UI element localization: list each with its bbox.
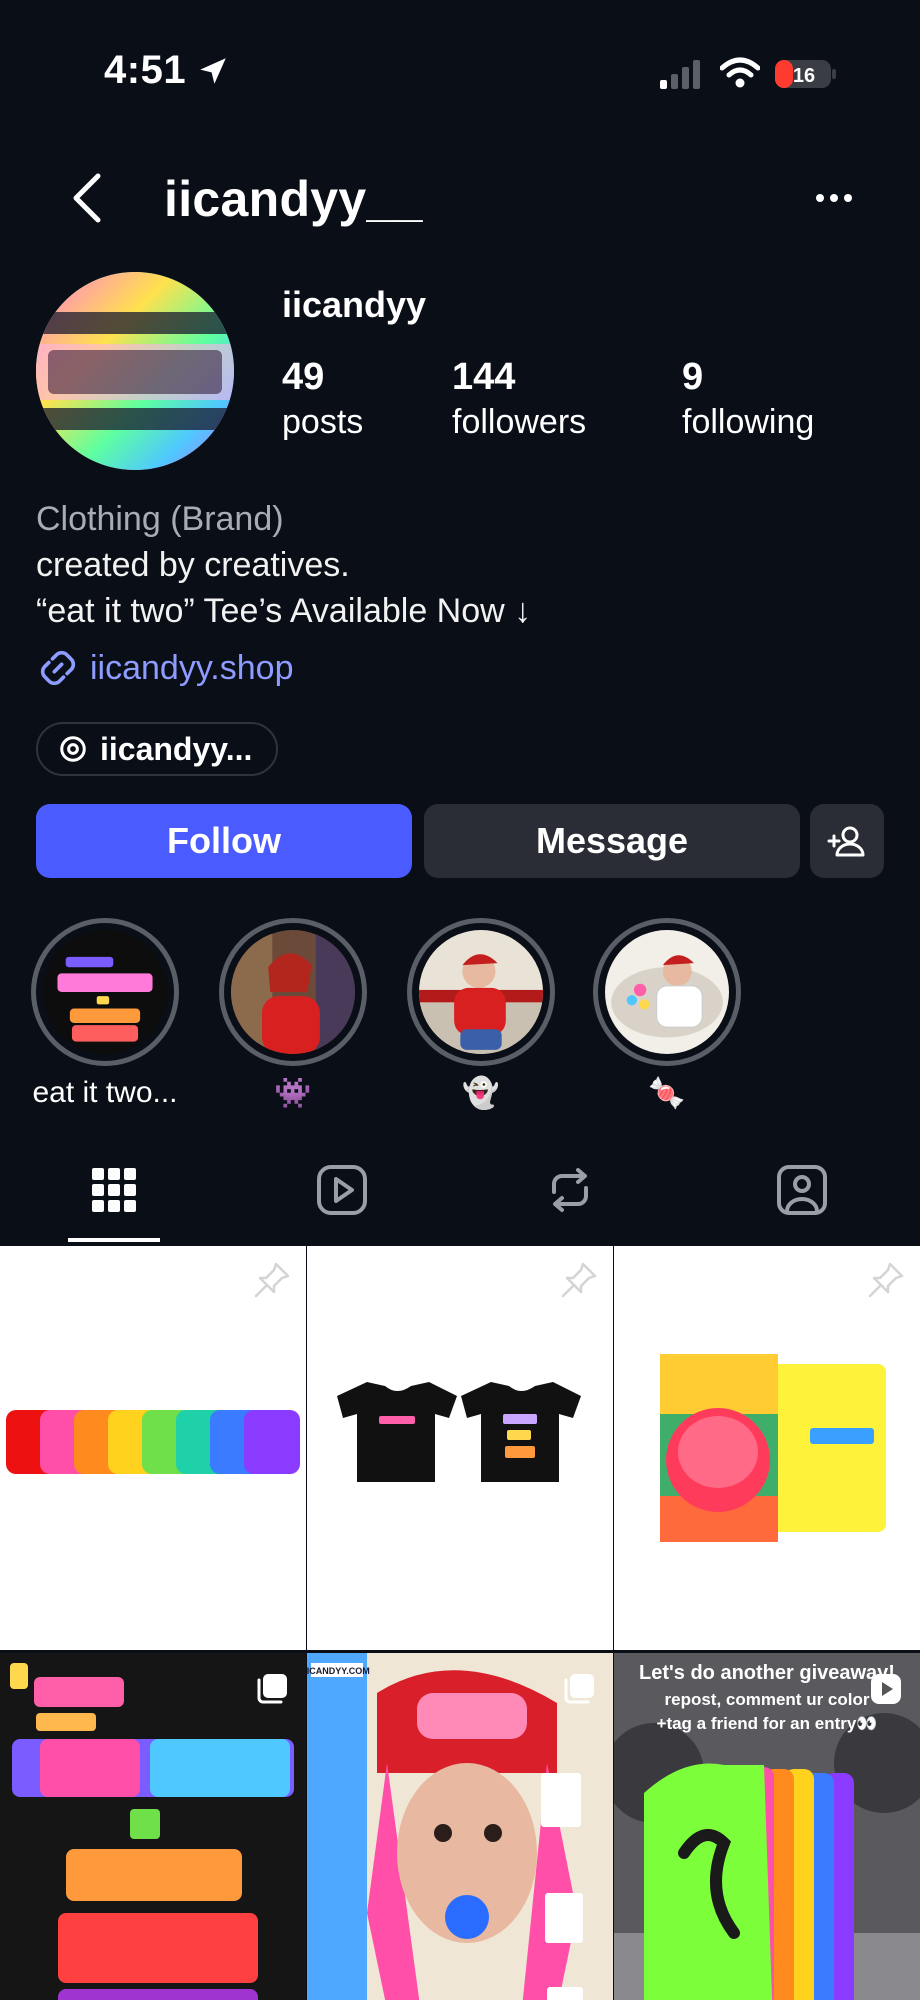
battery-indicator: 16 (774, 56, 838, 92)
suggest-people-button[interactable] (810, 804, 884, 878)
highlight-cover (43, 930, 167, 1054)
highlight-ring (219, 918, 367, 1066)
grid-icon (92, 1168, 136, 1212)
status-time: 4:51 (104, 48, 187, 92)
post-tile[interactable]: Let's do another giveaway! repost, comme… (614, 1653, 920, 2000)
posts-label: posts (282, 403, 364, 441)
carousel-icon (257, 1674, 287, 1704)
story-highlight[interactable]: 👾 (218, 918, 368, 1111)
message-button[interactable]: Message (424, 804, 800, 878)
highlight-ring (407, 918, 555, 1066)
highlight-cover (605, 930, 729, 1054)
avatar-logo-art (36, 272, 234, 470)
back-chevron-icon[interactable] (66, 170, 106, 226)
wifi-icon (720, 57, 760, 88)
profile-display-name: iicandyy (282, 284, 427, 325)
reel-icon (871, 1674, 901, 1704)
location-arrow-icon (200, 58, 226, 84)
battery-level: 16 (793, 65, 815, 87)
followers-count[interactable]: 144 followers (452, 354, 586, 444)
pinned-icon (561, 1262, 597, 1298)
followers-value: 144 (452, 356, 516, 398)
profile-tabs (0, 1150, 920, 1246)
tab-posts-grid[interactable] (86, 1162, 146, 1222)
profile-avatar[interactable] (36, 272, 234, 470)
followers-label: followers (452, 403, 587, 441)
post-tile[interactable] (0, 1246, 306, 1650)
post-tag-text: IICANDYY.COM (307, 1666, 370, 1676)
more-options-icon[interactable] (812, 178, 856, 218)
link-icon (40, 650, 76, 686)
highlight-label: 👾 (274, 1077, 312, 1110)
following-label: following (682, 403, 815, 441)
threads-badge[interactable]: iicandyy... (36, 722, 279, 776)
highlight-label: eat it two... (32, 1076, 178, 1109)
profile-link-text: iicandyy.shop (90, 648, 294, 687)
profile-link[interactable]: iicandyy.shop (36, 646, 294, 690)
threads-handle: iicandyy... (100, 730, 253, 767)
pinned-icon (254, 1262, 290, 1298)
highlight-label: 🍬 (648, 1077, 686, 1110)
highlight-ring (593, 918, 741, 1066)
tab-reposts[interactable] (542, 1162, 602, 1222)
reels-icon (317, 1165, 367, 1215)
tab-tagged[interactable] (774, 1162, 834, 1222)
highlight-ring (31, 918, 179, 1066)
pinned-icon (868, 1262, 904, 1298)
post-caption-line: +tag a friend for an entry👀 (657, 1714, 878, 1733)
battery-icon: 16 (775, 60, 836, 88)
story-highlight[interactable]: 👻 (406, 918, 556, 1111)
bio-line: created by creatives. (36, 546, 350, 584)
profile-category: Clothing (Brand) (36, 500, 284, 538)
posts-count[interactable]: 49 posts (282, 354, 363, 444)
following-value: 9 (682, 356, 704, 398)
post-image-tees (307, 1246, 613, 1650)
repost-icon (552, 1168, 588, 1212)
threads-icon (60, 736, 86, 762)
highlight-cover (231, 930, 355, 1054)
post-tile[interactable] (307, 1246, 613, 1650)
bio-line: “eat it two” Tee’s Available Now ↓ (36, 592, 532, 630)
tagged-person-icon (777, 1165, 827, 1215)
follow-button[interactable]: Follow (36, 804, 412, 878)
posts-grid: IICANDYY.COM Let's do another giveaway! … (0, 1246, 920, 2000)
post-tile[interactable] (0, 1653, 306, 2000)
post-tile[interactable] (614, 1246, 920, 1650)
highlight-cover (419, 930, 543, 1054)
post-tile[interactable]: IICANDYY.COM (307, 1653, 613, 2000)
post-image-hat-package (614, 1246, 920, 1650)
carousel-icon (564, 1674, 594, 1704)
cellular-signal-icon (660, 60, 700, 89)
posts-value: 49 (282, 356, 325, 398)
story-highlight[interactable]: 🍬 (592, 918, 742, 1111)
post-image-sweaters (0, 1246, 306, 1650)
status-bar: 4:51 16 (0, 0, 920, 150)
post-caption-line: Let's do another giveaway! (639, 1662, 895, 1684)
following-count[interactable]: 9 following (682, 354, 814, 444)
profile-bio: Clothing (Brand) created by creatives. “… (36, 496, 531, 634)
add-person-icon (827, 826, 865, 857)
post-caption-line: repost, comment ur color (665, 1690, 870, 1709)
story-highlight[interactable]: eat it two... (30, 918, 180, 1110)
tab-reels[interactable] (314, 1162, 374, 1222)
highlight-label: 👻 (462, 1077, 500, 1110)
profile-username-title: iicandyy__ (164, 171, 423, 227)
active-tab-indicator (68, 1238, 160, 1242)
